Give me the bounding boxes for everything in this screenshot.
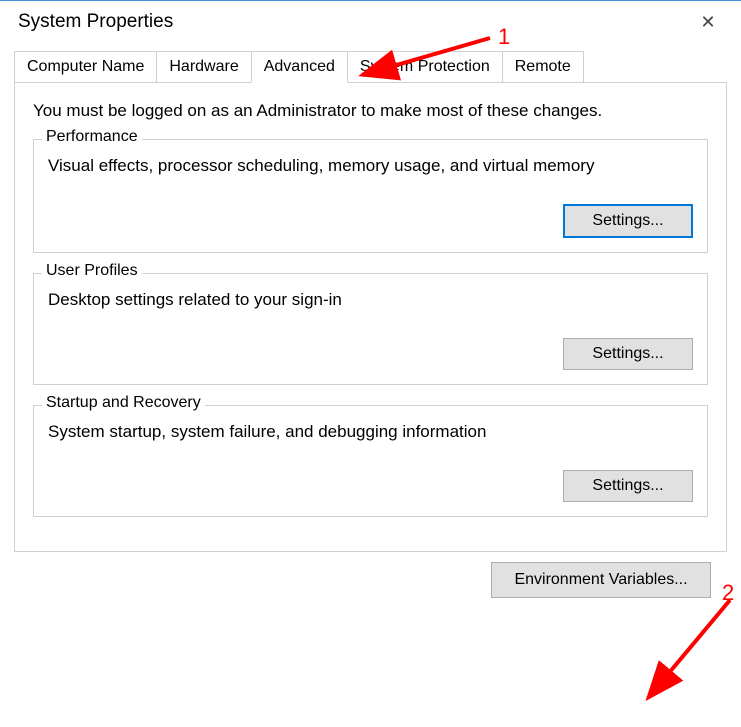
annotation-1: 1 [498, 24, 510, 50]
tab-computer-name[interactable]: Computer Name [14, 51, 157, 82]
user-profiles-settings-button[interactable]: Settings... [563, 338, 693, 370]
advanced-panel: You must be logged on as an Administrato… [14, 82, 727, 552]
performance-group: Performance Visual effects, processor sc… [33, 139, 708, 253]
tab-system-protection[interactable]: System Protection [347, 51, 503, 82]
performance-desc: Visual effects, processor scheduling, me… [48, 156, 693, 176]
annotation-2: 2 [722, 580, 734, 606]
window-title: System Properties [18, 11, 173, 33]
tab-strip: Computer Name Hardware Advanced System P… [14, 51, 741, 82]
tab-remote[interactable]: Remote [502, 51, 584, 82]
startup-recovery-group: Startup and Recovery System startup, sys… [33, 405, 708, 517]
tab-advanced[interactable]: Advanced [251, 51, 348, 83]
startup-recovery-desc: System startup, system failure, and debu… [48, 422, 693, 442]
startup-recovery-settings-button[interactable]: Settings... [563, 470, 693, 502]
user-profiles-group: User Profiles Desktop settings related t… [33, 273, 708, 385]
admin-warning-text: You must be logged on as an Administrato… [33, 101, 708, 121]
environment-variables-button[interactable]: Environment Variables... [491, 562, 711, 598]
tab-hardware[interactable]: Hardware [156, 51, 251, 82]
close-icon[interactable]: ✕ [693, 11, 723, 31]
startup-recovery-title: Startup and Recovery [42, 394, 205, 412]
performance-title: Performance [42, 128, 142, 146]
user-profiles-title: User Profiles [42, 262, 142, 280]
performance-settings-button[interactable]: Settings... [563, 204, 693, 238]
user-profiles-desc: Desktop settings related to your sign-in [48, 290, 693, 310]
